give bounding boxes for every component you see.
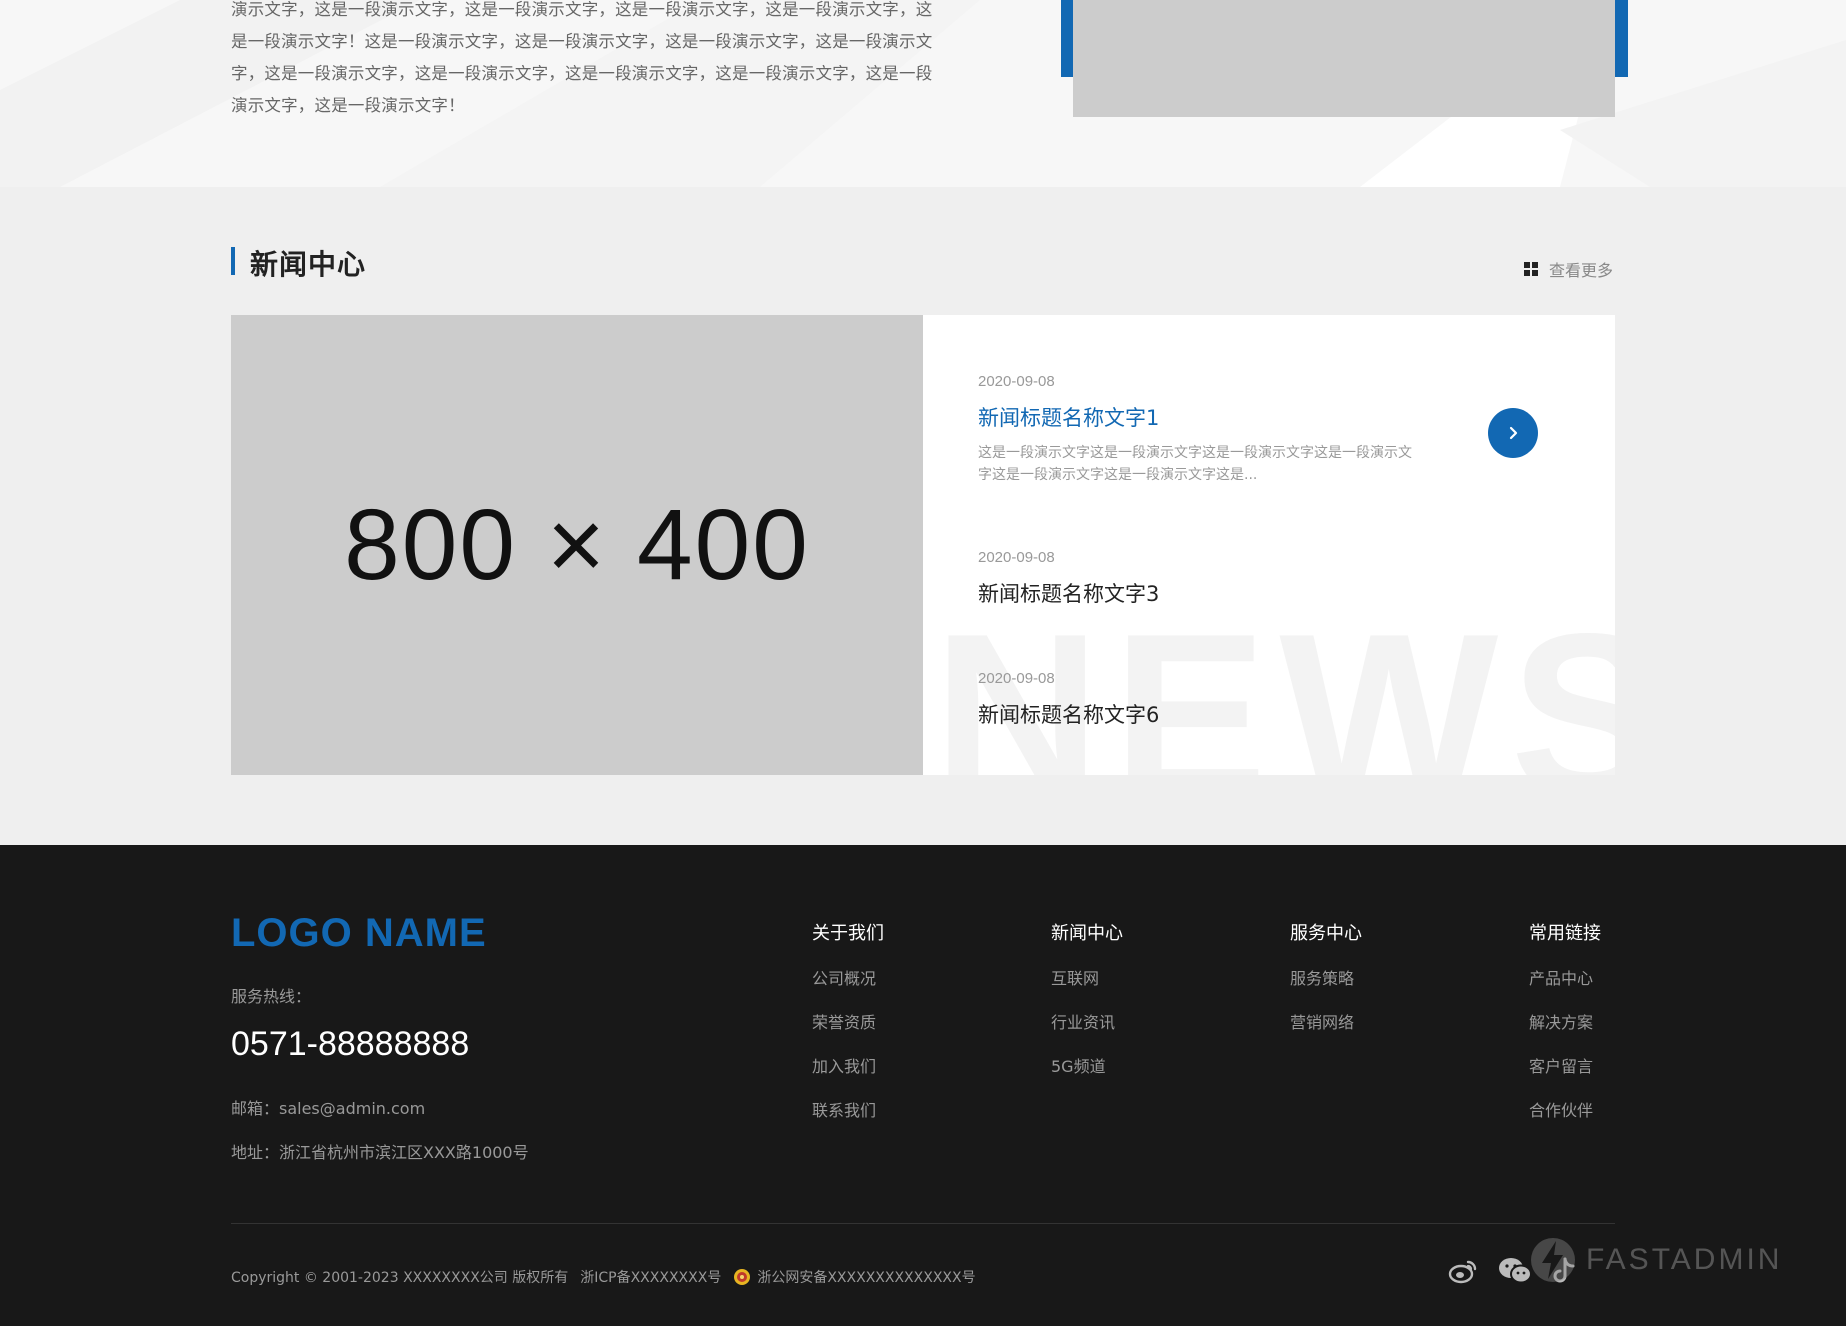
hotline-label: 服务热线：	[231, 987, 312, 1006]
grid-icon	[1524, 261, 1539, 277]
footer-link[interactable]: 加入我们	[812, 1057, 884, 1101]
about-image	[1073, 0, 1615, 117]
news-date: 2020-09-08	[978, 670, 1055, 687]
news-date: 2020-09-08	[978, 549, 1055, 566]
section-title: 新闻中心	[250, 248, 367, 281]
footer-link[interactable]: 5G频道	[1051, 1057, 1123, 1101]
image-placeholder-label: 800 × 400	[344, 488, 810, 601]
footer-link[interactable]: 产品中心	[1529, 969, 1601, 1013]
about-line: 演示文字，这是一段演示文字，这是一段演示文字，这是一段演示文字，这是一段演示文字…	[231, 0, 933, 19]
copyright-text: Copyright © 2001-2023 XXXXXXXX公司 版权所有	[231, 1270, 569, 1286]
news-title[interactable]: 新闻标题名称文字1	[978, 402, 1538, 432]
view-more-label: 查看更多	[1549, 261, 1614, 280]
weibo-icon[interactable]	[1448, 1258, 1478, 1288]
news-description: 这是一段演示文字这是一段演示文字这是一段演示文字这是一段演示文字这是一段演示文字…	[978, 445, 1412, 483]
news-item[interactable]: 2020-09-08 新闻标题名称文字3	[978, 549, 1538, 608]
police-record[interactable]: 浙公网安备XXXXXXXXXXXXXX号	[733, 1267, 976, 1287]
contact-email: 邮箱：sales@admin.com	[231, 1099, 426, 1118]
about-line: 演示文字，这是一段演示文字！	[231, 96, 465, 115]
police-badge-icon	[734, 1269, 751, 1285]
police-link[interactable]: 浙公网安备XXXXXXXXXXXXXX号	[757, 1267, 975, 1287]
contact-address: 地址：浙江省杭州市滨江区XXX路1000号	[231, 1143, 529, 1162]
footer-column-news: 新闻中心 互联网 行业资讯 5G频道	[1051, 919, 1123, 1101]
footer-link[interactable]: 合作伙伴	[1529, 1101, 1601, 1145]
fastadmin-text: FASTADMIN	[1586, 1243, 1783, 1276]
footer-logo[interactable]: LOGO NAME	[231, 911, 487, 956]
hotline-number: 0571-88888888	[231, 1025, 470, 1063]
footer-link[interactable]: 营销网络	[1290, 1013, 1362, 1057]
copyright-bar: Copyright © 2001-2023 XXXXXXXX公司 版权所有 浙I…	[231, 1267, 976, 1287]
footer: LOGO NAME 服务热线： 0571-88888888 邮箱：sales@a…	[0, 845, 1846, 1326]
news-section: 新闻中心 查看更多 800 × 400 NEWS 2020-09-08 新闻标题…	[0, 187, 1846, 845]
about-section: 演示文字，这是一段演示文字，这是一段演示文字，这是一段演示文字，这是一段演示文字…	[0, 0, 1846, 187]
footer-column-service: 服务中心 服务策略 营销网络	[1290, 919, 1362, 1057]
footer-column-about: 关于我们 公司概况 荣誉资质 加入我们 联系我们	[812, 919, 884, 1145]
news-title[interactable]: 新闻标题名称文字3	[978, 578, 1538, 608]
footer-link[interactable]: 联系我们	[812, 1101, 884, 1145]
icp-link[interactable]: 浙ICP备XXXXXXXX号	[580, 1267, 721, 1287]
lightning-icon	[1531, 1238, 1575, 1282]
news-featured-image[interactable]: 800 × 400	[231, 315, 923, 775]
footer-link[interactable]: 服务策略	[1290, 969, 1362, 1013]
news-item[interactable]: 2020-09-08 新闻标题名称文字1 这是一段演示文字这是一段演示文字这是一…	[978, 373, 1538, 486]
footer-column-title: 新闻中心	[1051, 923, 1123, 944]
footer-link[interactable]: 公司概况	[812, 969, 884, 1013]
footer-column-links: 常用链接 产品中心 解决方案 客户留言 合作伙伴	[1529, 919, 1601, 1145]
fastadmin-watermark: FASTADMIN	[1530, 1235, 1782, 1285]
news-item[interactable]: 2020-09-08 新闻标题名称文字6	[978, 670, 1538, 729]
footer-divider	[231, 1223, 1615, 1224]
footer-link[interactable]: 行业资讯	[1051, 1013, 1123, 1057]
chevron-right-icon	[1509, 426, 1518, 440]
section-accent-bar	[231, 247, 235, 275]
footer-link[interactable]: 互联网	[1051, 969, 1123, 1013]
about-line: 是一段演示文字！这是一段演示文字，这是一段演示文字，这是一段演示文字，这是一段演…	[231, 32, 933, 51]
wechat-icon[interactable]	[1498, 1257, 1532, 1289]
news-arrow-button[interactable]	[1488, 408, 1538, 458]
footer-link[interactable]: 解决方案	[1529, 1013, 1601, 1057]
footer-column-title: 关于我们	[812, 923, 884, 944]
footer-link[interactable]: 客户留言	[1529, 1057, 1601, 1101]
news-list-panel: NEWS 2020-09-08 新闻标题名称文字1 这是一段演示文字这是一段演示…	[923, 315, 1615, 775]
news-date: 2020-09-08	[978, 373, 1055, 390]
view-more-link[interactable]: 查看更多	[1524, 257, 1613, 281]
footer-link[interactable]: 荣誉资质	[812, 1013, 884, 1057]
about-line: 字，这是一段演示文字，这是一段演示文字，这是一段演示文字，这是一段演示文字，这是…	[231, 64, 933, 83]
footer-column-title: 服务中心	[1290, 923, 1362, 944]
about-paragraph: 演示文字，这是一段演示文字，这是一段演示文字，这是一段演示文字，这是一段演示文字…	[231, 0, 933, 122]
news-title[interactable]: 新闻标题名称文字6	[978, 699, 1538, 729]
footer-column-title: 常用链接	[1529, 923, 1601, 944]
